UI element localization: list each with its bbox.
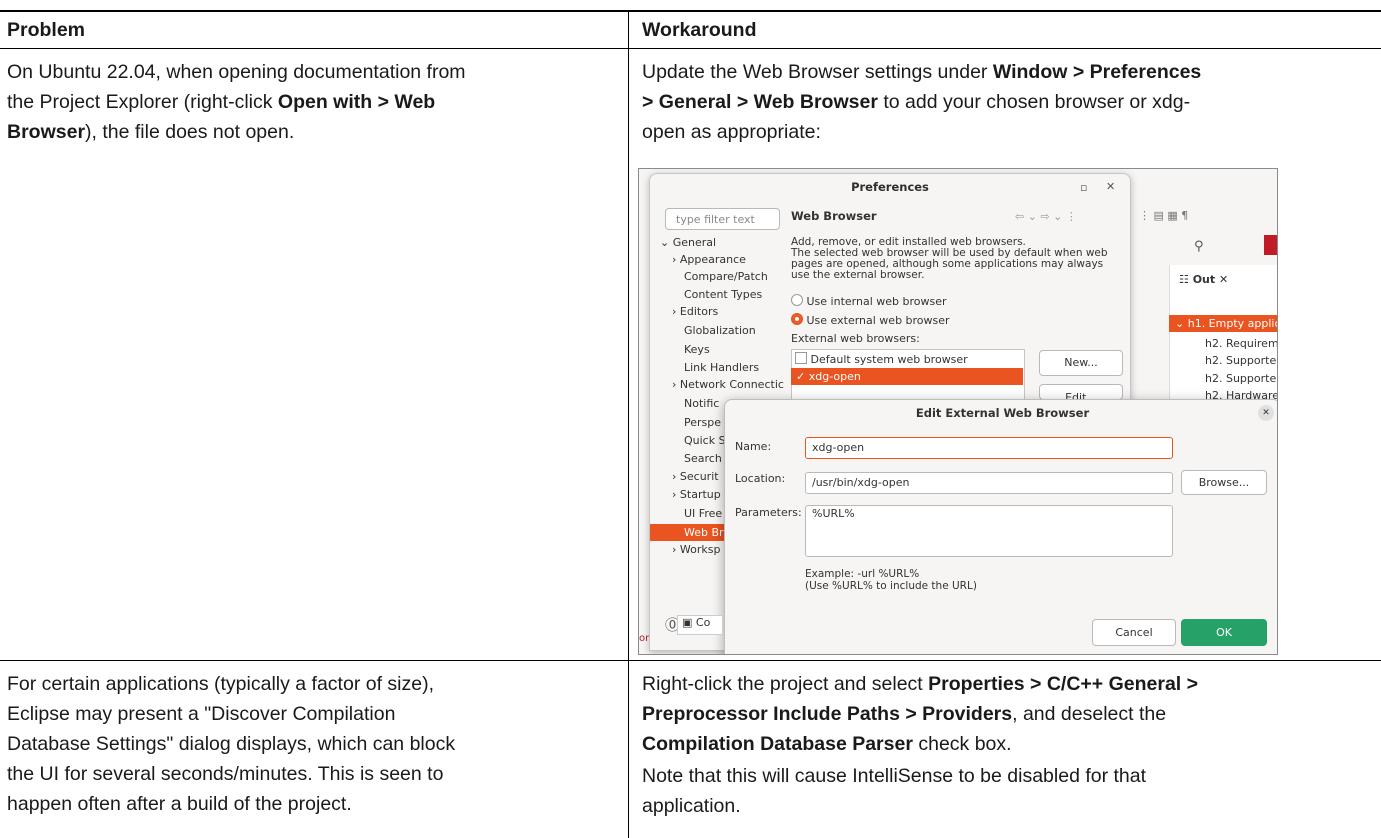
edit-button[interactable]: Edit... — [1039, 384, 1123, 400]
column-divider — [628, 10, 629, 838]
minimize-icon[interactable]: ▫ — [1080, 181, 1087, 194]
tree-item[interactable]: Keys — [684, 343, 710, 356]
edit-browser-dialog: Edit External Web Browser ✕ Name: xdg-op… — [724, 399, 1277, 654]
header-bottom-rule — [0, 48, 1381, 49]
close-icon[interactable]: ✕ — [1258, 405, 1274, 421]
tree-item[interactable]: Link Handlers — [684, 361, 759, 374]
tree-item[interactable]: › Startup — [672, 488, 721, 501]
tree-item[interactable]: › Securit — [672, 470, 719, 483]
tree-item[interactable]: › Appearance — [672, 253, 746, 266]
row1-bottom-rule — [0, 660, 1381, 661]
outline-item[interactable]: h2. Supporte — [1205, 354, 1276, 367]
cancel-button[interactable]: Cancel — [1092, 619, 1176, 646]
search-icon: ⚲ — [1194, 239, 1204, 254]
tree-item[interactable]: Content Types — [684, 288, 762, 301]
example-text: Example: -url %URL% (Use %URL% to includ… — [805, 568, 977, 592]
name-label: Name: — [735, 440, 772, 453]
header-workaround: Workaround — [642, 19, 757, 41]
outline-selected-item[interactable]: ⌄ h1. Empty applic — [1169, 315, 1277, 332]
tree-item[interactable]: Perspe — [684, 416, 721, 429]
outline-item[interactable]: h2. Requireme — [1205, 337, 1277, 350]
parameters-field[interactable]: %URL% — [805, 505, 1173, 557]
edit-dialog-title: Edit External Web Browser — [915, 406, 1090, 420]
page-title: Web Browser — [791, 209, 877, 223]
tree-item[interactable]: Notific — [684, 397, 719, 410]
header-problem: Problem — [7, 19, 86, 41]
tree-item[interactable]: UI Free — [684, 507, 722, 520]
close-icon[interactable]: ✕ — [1106, 180, 1115, 193]
radio-external[interactable]: Use external web browser — [791, 313, 950, 327]
browse-button[interactable]: Browse... — [1181, 470, 1267, 495]
page-description: Add, remove, or edit installed web brows… — [791, 236, 1108, 281]
tree-item[interactable]: Quick S — [684, 434, 726, 447]
tree-item[interactable]: Compare/Patch — [684, 270, 768, 283]
filter-input[interactable]: type filter text — [665, 208, 780, 230]
browser-item-default[interactable]: Default system web browser — [795, 352, 968, 366]
browser-item-xdg-open[interactable]: ✓ xdg-open — [791, 368, 1023, 385]
row1-problem: On Ubuntu 22.04, when opening documentat… — [7, 61, 466, 143]
name-field[interactable]: xdg-open — [805, 437, 1173, 459]
radio-internal[interactable]: Use internal web browser — [791, 294, 947, 308]
table-top-rule — [0, 10, 1381, 12]
preferences-screenshot: ⋮ ▤ ▦ ¶ ⚲ ☷ Out ✕ ⌄ h1. Empty applic h2.… — [638, 168, 1278, 655]
parameters-label: Parameters: — [735, 506, 802, 519]
tree-item[interactable]: Search — [684, 452, 722, 465]
outline-tab[interactable]: ☷ Out ✕ — [1179, 273, 1228, 286]
history-nav-icons[interactable]: ⇦ ⌄ ⇨ ⌄ ⋮ — [1015, 210, 1077, 223]
row1-workaround: Update the Web Browser settings under Wi… — [642, 61, 1202, 143]
ide-close-strip — [1264, 235, 1277, 255]
row2-workaround: Right-click the project and select Prope… — [642, 673, 1199, 755]
bottom-tab[interactable]: ▣ Co — [677, 615, 723, 635]
tree-item[interactable]: › Worksp — [672, 543, 720, 556]
tree-item[interactable]: › Network Connectic — [672, 378, 784, 391]
row2-problem: For certain applications (typically a fa… — [7, 673, 456, 815]
tree-item-general[interactable]: ⌄ General — [660, 236, 716, 249]
row2-note: Note that this will cause IntelliSense t… — [642, 765, 1147, 817]
ide-toolbar-icons: ⋮ ▤ ▦ ¶ — [1139, 209, 1189, 222]
external-browsers-label: External web browsers: — [791, 332, 920, 345]
new-button[interactable]: New... — [1039, 350, 1123, 376]
outline-item[interactable]: h2. Supporte — [1205, 372, 1276, 385]
location-label: Location: — [735, 472, 786, 485]
ok-button[interactable]: OK — [1181, 619, 1267, 646]
location-field[interactable]: /usr/bin/xdg-open — [805, 472, 1173, 494]
tree-item[interactable]: Globalization — [684, 324, 756, 337]
preferences-title: Preferences — [851, 180, 929, 194]
tree-item[interactable]: › Editors — [672, 305, 718, 318]
